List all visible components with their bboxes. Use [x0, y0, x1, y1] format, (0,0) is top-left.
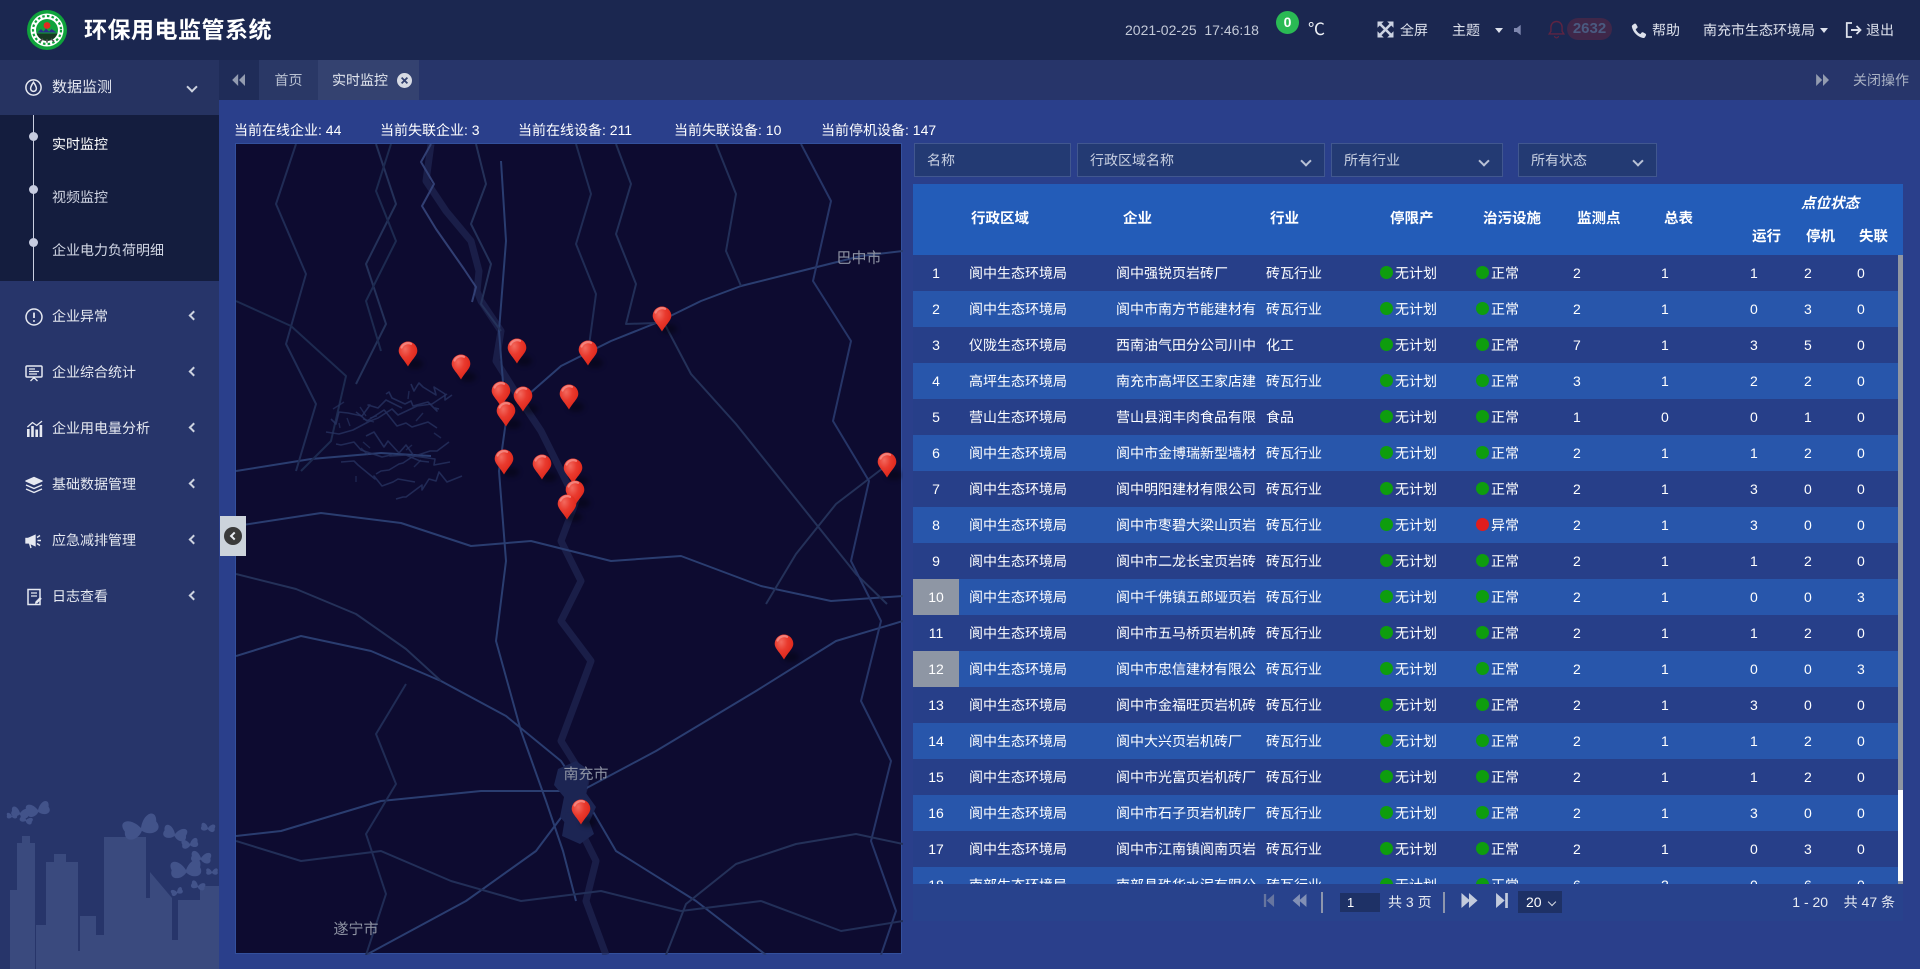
svg-text:遂宁市: 遂宁市 — [333, 921, 378, 938]
svg-text:南充市: 南充市 — [563, 766, 608, 783]
svg-text:巴中市: 巴中市 — [836, 250, 881, 267]
